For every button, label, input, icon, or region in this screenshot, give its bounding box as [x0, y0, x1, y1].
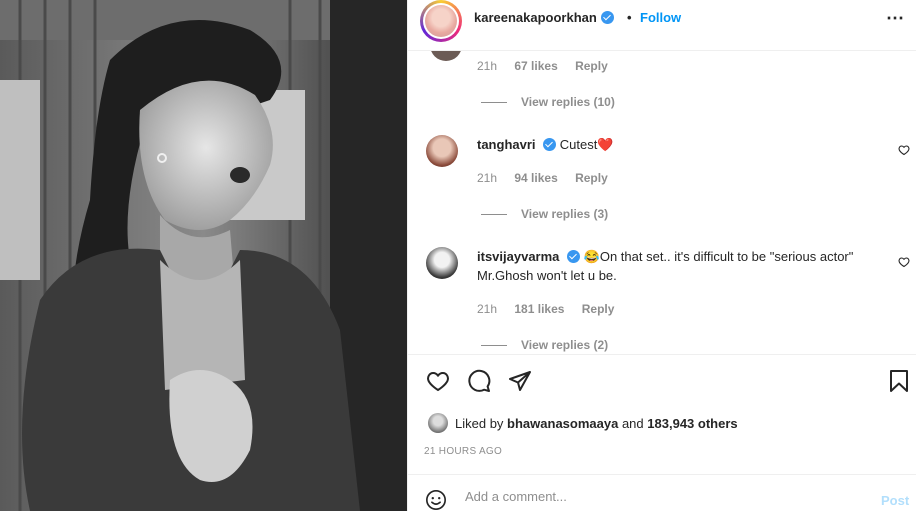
post-photo[interactable]	[0, 0, 407, 511]
author-username[interactable]: kareenakapoorkhan	[474, 10, 614, 25]
post-photo-image	[0, 0, 407, 511]
liker-username[interactable]: bhawanasomaaya	[507, 416, 618, 431]
heart-icon[interactable]	[426, 369, 450, 393]
verified-badge-icon	[567, 250, 581, 263]
likes-summary: Liked by bhawanasomaaya and 183,943 othe…	[428, 413, 738, 433]
post-time[interactable]: 21 HOURS AGO	[424, 446, 502, 457]
add-comment-input[interactable]	[465, 489, 865, 504]
comment-body: itsvijayvarma 😂On that set.. it's diffic…	[477, 247, 887, 285]
comment-body: tanghavri Cutest❤️	[477, 135, 887, 154]
bookmark-icon[interactable]	[888, 369, 910, 393]
view-replies-line	[481, 345, 507, 347]
view-replies-button[interactable]: View replies (2)	[481, 338, 608, 352]
comment-avatar[interactable]	[430, 51, 462, 61]
add-comment-bar: Post	[408, 474, 916, 511]
comment-likes[interactable]: 181 likes	[514, 302, 564, 316]
author-username-text[interactable]: kareenakapoorkhan	[474, 10, 597, 25]
likes-and: and	[621, 415, 644, 431]
comment-likes[interactable]: 94 likes	[514, 171, 557, 185]
reply-button[interactable]: Reply	[575, 171, 608, 185]
comment-time[interactable]: 21h	[477, 302, 497, 316]
laughing-emoji: 😂	[583, 249, 600, 264]
comment-text: Cutest	[559, 137, 598, 152]
post-modal: kareenakapoorkhan • Follow ⋯ 21h 67 like…	[0, 0, 916, 511]
reply-button[interactable]: Reply	[582, 302, 615, 316]
likes-prefix: Liked by	[455, 415, 504, 431]
reply-button[interactable]: Reply	[575, 59, 608, 73]
comment-avatar[interactable]	[426, 247, 458, 279]
like-comment-heart-icon[interactable]	[898, 144, 910, 156]
likes-others-link[interactable]: 183,943 others	[647, 416, 737, 431]
view-replies-label: View replies (3)	[521, 207, 609, 221]
view-replies-label: View replies (2)	[521, 338, 609, 352]
comment-time[interactable]: 21h	[477, 171, 497, 185]
view-replies-line	[481, 214, 507, 216]
view-replies-label: View replies (10)	[521, 95, 615, 109]
comments-list[interactable]: 21h 67 likes Reply View replies (10) tan…	[408, 51, 916, 354]
post-side-panel: kareenakapoorkhan • Follow ⋯ 21h 67 like…	[407, 0, 916, 511]
share-icon[interactable]	[508, 369, 532, 393]
post-actions: Liked by bhawanasomaaya and 183,943 othe…	[408, 354, 916, 474]
comment-time[interactable]: 21h	[477, 59, 497, 73]
comment-meta: 21h 94 likes Reply	[477, 171, 622, 185]
emoji-icon[interactable]	[425, 489, 447, 511]
follow-button[interactable]: Follow	[640, 10, 681, 25]
comment-meta: 21h 181 likes Reply	[477, 302, 628, 316]
comment-icon[interactable]	[467, 369, 491, 393]
verified-badge-icon	[600, 11, 614, 24]
liker-avatar[interactable]	[428, 413, 448, 433]
post-header: kareenakapoorkhan • Follow ⋯	[408, 0, 916, 51]
comment-likes[interactable]: 67 likes	[514, 59, 557, 73]
author-avatar[interactable]	[420, 0, 462, 42]
comment-username[interactable]: itsvijayvarma	[477, 249, 559, 264]
comment-meta: 21h 67 likes Reply	[477, 59, 622, 73]
verified-badge-icon	[543, 138, 557, 151]
view-replies-line	[481, 102, 507, 104]
like-comment-heart-icon[interactable]	[898, 256, 910, 268]
heart-emoji: ❤️	[597, 137, 614, 152]
comment-avatar[interactable]	[426, 135, 458, 167]
comment-username[interactable]: tanghavri	[477, 137, 536, 152]
view-replies-button[interactable]: View replies (10)	[481, 95, 615, 109]
header-separator: •	[627, 10, 632, 25]
post-comment-button[interactable]: Post	[881, 493, 909, 508]
view-replies-button[interactable]: View replies (3)	[481, 207, 608, 221]
more-options-icon[interactable]: ⋯	[886, 8, 905, 29]
